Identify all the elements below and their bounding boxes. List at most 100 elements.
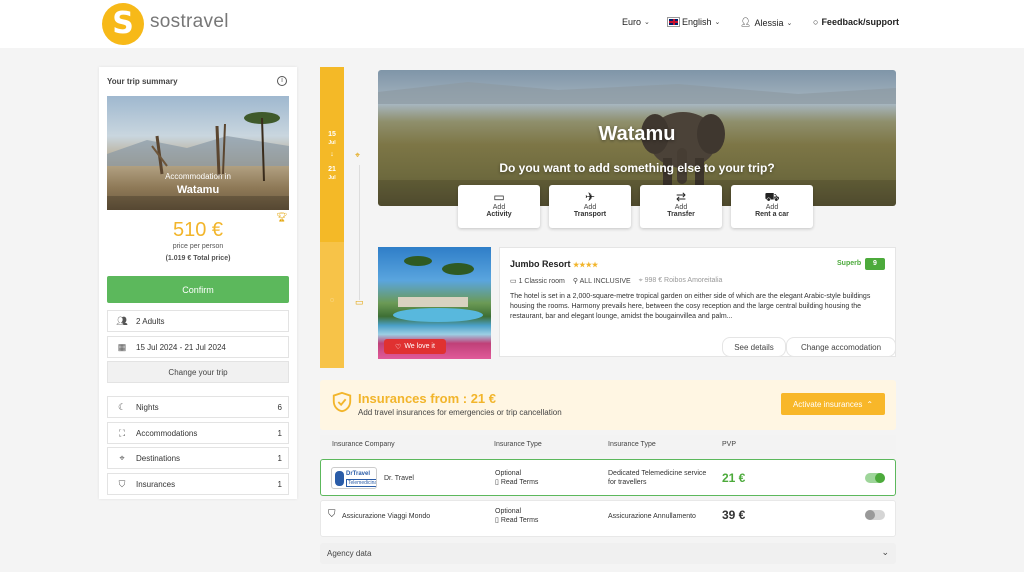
currency-selector[interactable]: Euro ⌄ (622, 17, 650, 27)
header-company: Insurance Company (332, 441, 395, 448)
insurance-type-cell: Optional ▯ Read Terms (495, 469, 538, 487)
insurance-title: Insurances from : 21 € (358, 391, 496, 406)
nights-row: ☾ Nights 6 (107, 396, 289, 418)
change-accommodation-button[interactable]: Change accomodation (786, 337, 896, 357)
end-day: 21 (328, 166, 336, 173)
confirm-button[interactable]: Confirm (107, 276, 289, 303)
change-trip-button[interactable]: Change your trip (107, 361, 289, 383)
insurance-optional: Optional (495, 508, 522, 515)
timeline-connector (359, 165, 360, 300)
add-rent-car-label: Rent a car (755, 211, 789, 218)
info-icon[interactable]: i (277, 76, 287, 86)
board-info: ⚲ ALL INCLUSIVE (573, 277, 631, 285)
adults-field[interactable]: 👥︎ 2 Adults (107, 310, 289, 332)
chevron-down-icon: ⌄ (644, 19, 650, 26)
destinations-count: 1 (277, 453, 282, 463)
hotel-name[interactable]: Jumbo Resort ★★★★ (510, 259, 598, 269)
destinations-label: Destinations (136, 453, 181, 463)
location-pin-icon: ⌖ (119, 452, 125, 463)
doctor-icon (335, 471, 344, 486)
insurance-type-cell: Optional ▯ Read Terms (495, 507, 538, 525)
rating-score: 9 (865, 258, 885, 270)
add-prefix-label: Add (765, 204, 779, 211)
brand-name[interactable]: sostravel (150, 11, 229, 33)
insurance-company: Dr. Travel (384, 475, 414, 482)
activate-label: Activate insurances (792, 399, 863, 409)
insurance-subtitle: Add travel insurances for emergencies or… (358, 408, 562, 417)
start-month: Jul (328, 140, 336, 146)
insurances-label: Insurances (136, 479, 176, 489)
bed-icon: ▭ (355, 297, 364, 307)
accommodations-label: Accommodations (136, 428, 198, 438)
add-rent-car-button[interactable]: ⛟ Add Rent a car (731, 185, 813, 228)
accommodations-count: 1 (277, 428, 282, 438)
read-terms-label: Read Terms (500, 517, 539, 524)
agency-label: Agency data (327, 549, 372, 558)
activate-insurances-button[interactable]: Activate insurances ⌃ (781, 393, 885, 415)
start-day: 15 (328, 131, 336, 138)
insurance-table-header: Insurance Company Insurance Type Insuran… (320, 435, 896, 454)
location-pin-icon: ⌖ (355, 150, 361, 160)
adults-value: 2 Adults (136, 316, 165, 326)
timeline-stay-icon: ◌ (329, 297, 335, 304)
add-prefix-label: Add (492, 204, 506, 211)
cutlery-icon: ⚲ (572, 278, 579, 285)
location-pin-icon: ⌖ (638, 277, 643, 284)
shield-icon: ⛉ (118, 478, 126, 489)
shield-icon: ⛉ (328, 509, 336, 520)
destinations-row: ⌖ Destinations 1 (107, 447, 289, 469)
feedback-label: Feedback/support (821, 17, 899, 27)
add-prefix-label: Add (583, 204, 597, 211)
heart-icon: ♡ (395, 343, 402, 351)
user-icon: 👤︎ (740, 17, 752, 27)
document-icon: ▯ (495, 479, 499, 486)
uk-flag-icon (667, 17, 680, 27)
accommodations-row: ⛶ Accommodations 1 (107, 422, 289, 444)
rating-label: Superb (837, 260, 862, 267)
add-transport-button[interactable]: ✈︎ Add Transport (549, 185, 631, 228)
insurance-description: Dedicated Telemedicine service for trave… (608, 470, 707, 486)
insurance-optional: Optional (495, 470, 522, 477)
add-prefix-label: Add (674, 204, 688, 211)
chevron-up-icon: ⌃ (866, 399, 874, 409)
add-transfer-label: Transfer (667, 211, 695, 218)
insurances-row: ⛉ Insurances 1 (107, 473, 289, 495)
bed-icon: ⛶ (118, 427, 126, 438)
feedback-link[interactable]: ○ Feedback/support (813, 17, 899, 27)
user-menu[interactable]: 👤︎ Alessia ⌄ (740, 17, 792, 28)
dates-field[interactable]: ▦ 15 Jul 2024 - 21 Jul 2024 (107, 336, 289, 358)
hotel-name-text: Jumbo Resort (510, 259, 571, 269)
nights-label: Nights (136, 402, 159, 412)
location-info: ⌖ 998 € Roibos Amoreitalia (639, 277, 723, 285)
toggle-knob (875, 473, 885, 483)
read-terms-link[interactable]: ▯ Read Terms (495, 478, 538, 487)
document-icon: ▯ (495, 517, 499, 524)
image-caption-prefix: Accommodation in (165, 172, 231, 181)
timeline-end-date: 21 Jul (320, 166, 344, 182)
chevron-down-icon: ⌄ (881, 547, 889, 557)
hotel-description: The hotel is set in a 2,000-square-metre… (510, 293, 871, 320)
insurance-toggle-off[interactable] (865, 510, 885, 520)
brand-logo-icon[interactable]: S (102, 3, 144, 45)
currency-label: Euro (622, 17, 642, 27)
dr-travel-logo-sub: Telemedicina (346, 479, 376, 487)
dr-travel-logo-text: DrTravel (346, 471, 371, 477)
dates-value: 15 Jul 2024 - 21 Jul 2024 (136, 342, 226, 352)
timeline-start-date: 15 Jul (320, 131, 344, 147)
shield-check-icon (332, 391, 352, 413)
language-selector[interactable]: English ⌄ (667, 17, 721, 27)
dr-travel-logo: DrTravel Telemedicina (331, 467, 377, 489)
board-label: ALL INCLUSIVE (579, 278, 631, 285)
insurance-toggle-on[interactable] (865, 473, 885, 483)
chat-bubble-icon: ○ (813, 17, 819, 27)
add-transfer-button[interactable]: ⇄ Add Transfer (640, 185, 722, 228)
chevron-down-icon: ⌄ (714, 19, 721, 26)
add-activity-button[interactable]: ▭ Add Activity (458, 185, 540, 228)
agency-data-accordion[interactable]: Agency data ⌄ (320, 543, 896, 564)
see-details-button[interactable]: See details (722, 337, 786, 357)
price-per-label: price per person (172, 243, 224, 250)
header-price: PVP (722, 441, 737, 448)
swap-arrows-icon: ⇄ (675, 190, 687, 204)
price-per-person: 510 € (172, 219, 224, 241)
read-terms-link[interactable]: ▯ Read Terms (495, 516, 538, 525)
